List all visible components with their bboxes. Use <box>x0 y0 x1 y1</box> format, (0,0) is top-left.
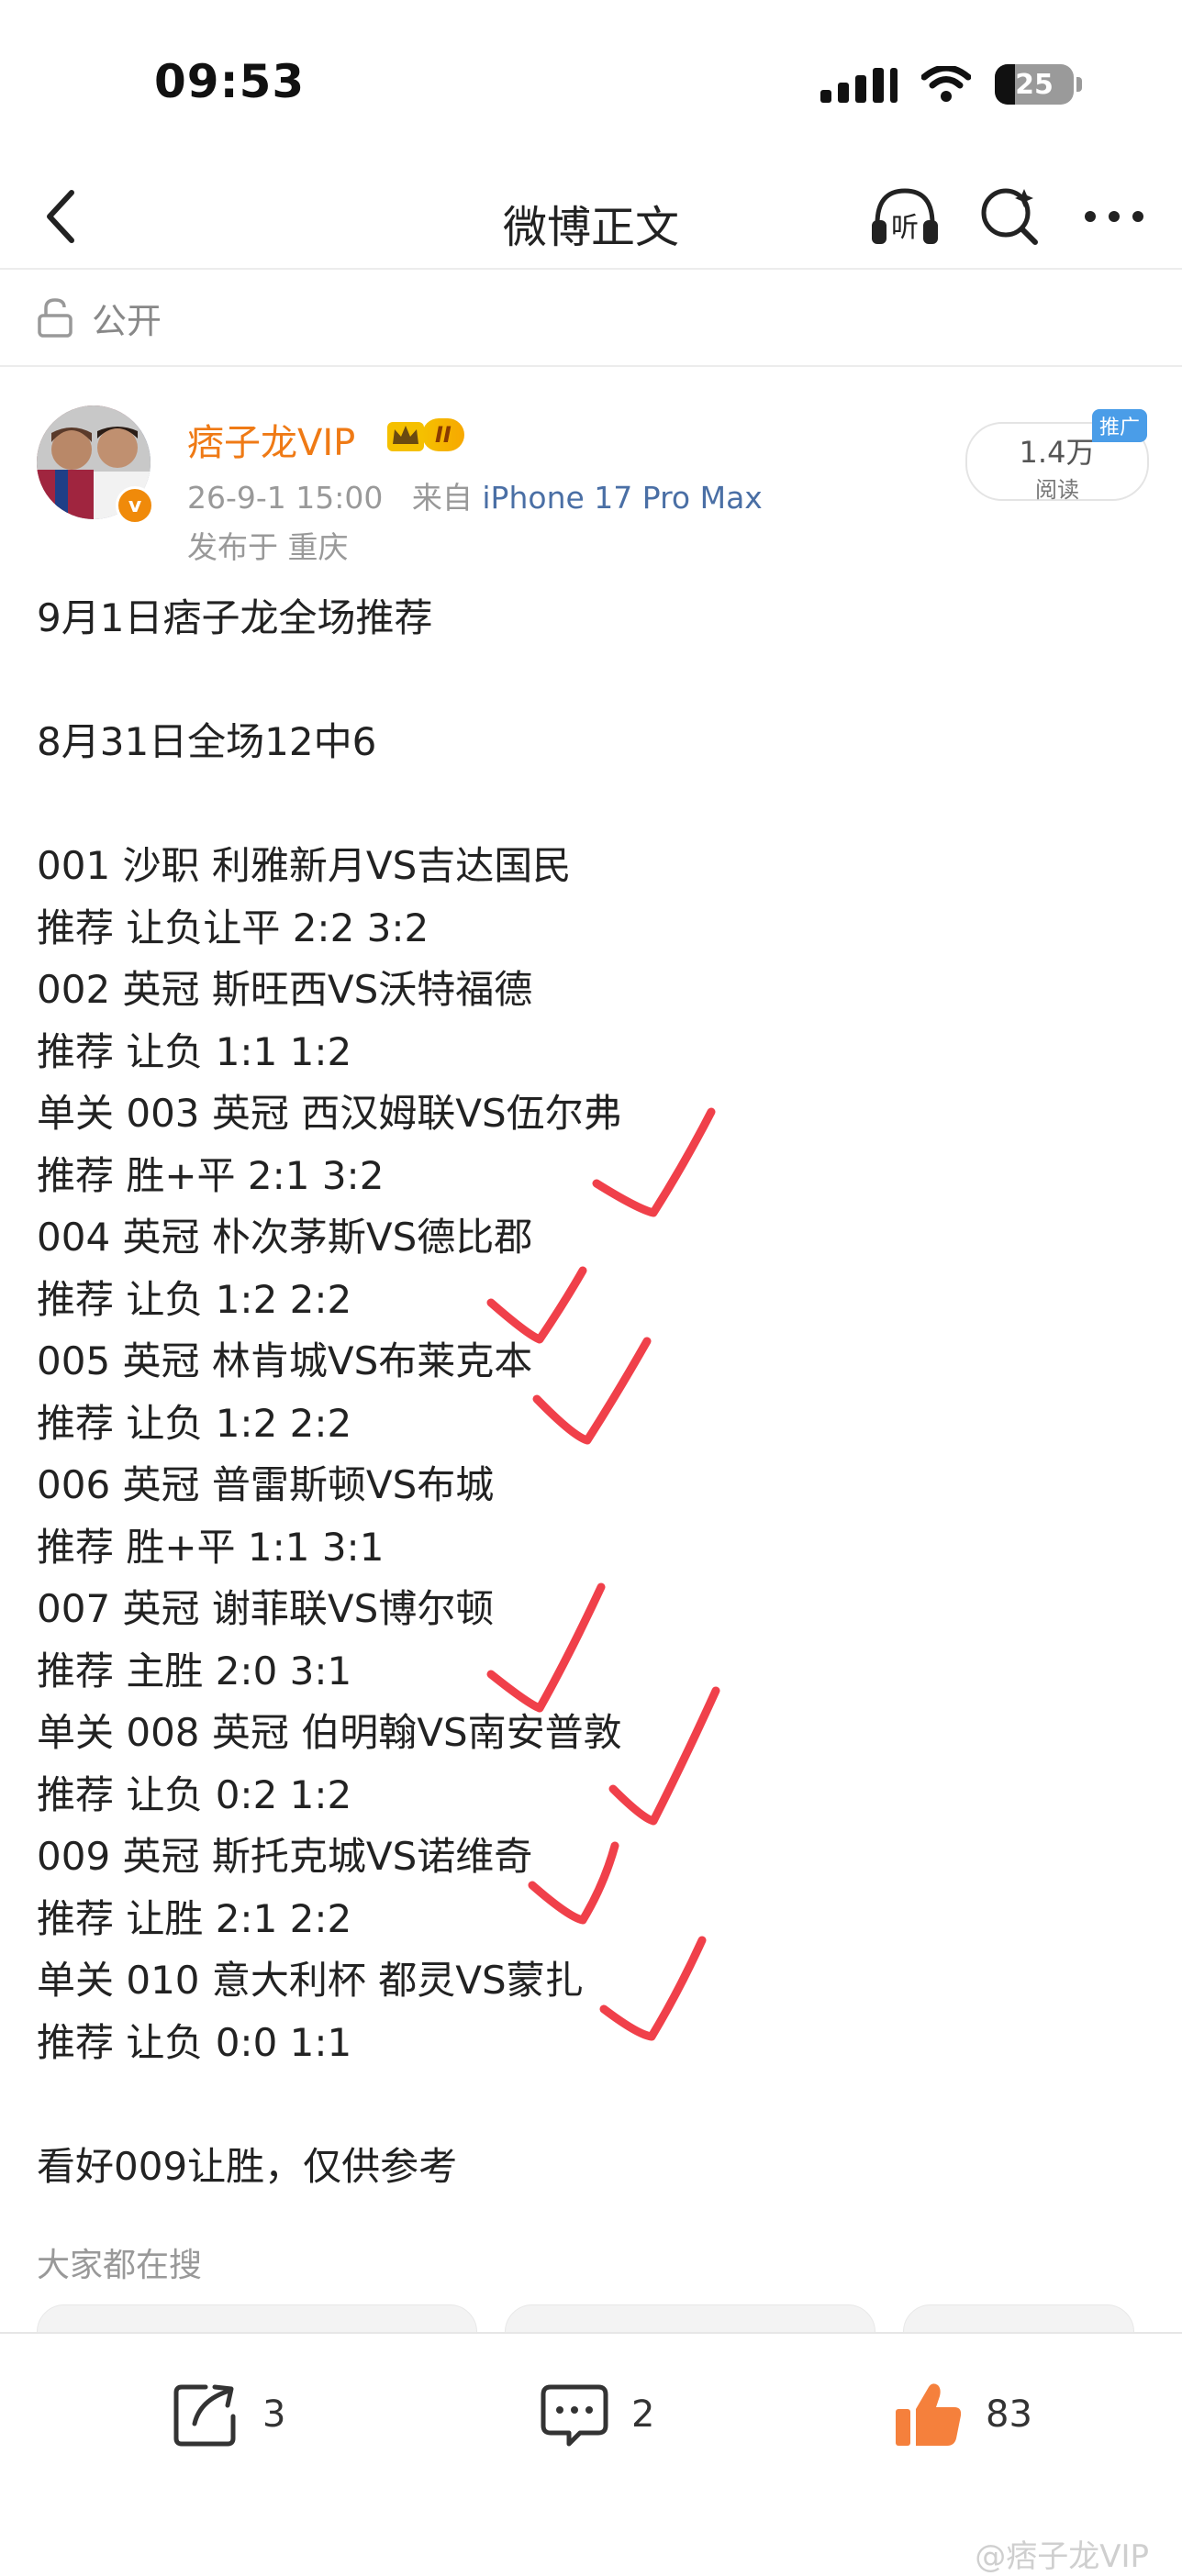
listen-icon: 听 <box>872 188 938 244</box>
post-text-line: 推荐 让负 1:2 2:2 <box>37 1276 352 1322</box>
search-chip[interactable] <box>903 2304 1134 2332</box>
post-text-line <box>37 650 1147 712</box>
post-text-line: 推荐 胜+平 1:1 3:1 <box>37 1524 385 1570</box>
post-text-line: 推荐 让负 1:2 2:2 <box>37 1400 352 1446</box>
wifi-icon <box>921 66 971 102</box>
nav-actions: 听 <box>868 180 1151 253</box>
post-text-line: 推荐 让负让平 2:2 3:2 <box>37 905 429 950</box>
post-text-line: 9月1日痞子龙全场推荐 <box>37 595 433 640</box>
status-time: 09:53 <box>154 55 306 108</box>
post-text-line: 002 英冠 斯旺西VS沃特福德 <box>37 967 533 1012</box>
signal-icon <box>820 66 898 103</box>
search-chip[interactable] <box>505 2304 875 2332</box>
post-text-line: 009 英冠 斯托克城VS诺维奇 <box>37 1834 533 1879</box>
post-text-line: 001 沙职 利雅新月VS吉达国民 <box>37 843 572 888</box>
post-text-line: 推荐 主胜 2:0 3:1 <box>37 1648 352 1693</box>
share-count: 3 <box>262 2393 286 2436</box>
post-text-line: 推荐 让胜 2:1 2:2 <box>37 1895 352 1941</box>
share-icon <box>173 2384 236 2447</box>
promo-tag: 推广 <box>1091 409 1147 442</box>
status-bar: 09:53 25 <box>0 0 1182 165</box>
vip-badge[interactable]: II <box>385 415 488 455</box>
visibility-label: 公开 <box>92 300 162 341</box>
post-text-line: 单关 008 英冠 伯明翰VS南安普敦 <box>37 1710 622 1755</box>
bottom-action-bar: 3 2 83 @痞子龙VIP <box>0 2332 1182 2575</box>
comment-count: 2 <box>631 2393 655 2436</box>
search-chip[interactable] <box>37 2304 477 2332</box>
battery-percent: 25 <box>1015 68 1054 101</box>
listen-button[interactable]: 听 <box>868 180 942 253</box>
post-text-line: 8月31日全场12中6 <box>37 719 377 764</box>
like-button[interactable]: 83 <box>892 2369 1032 2460</box>
nav-bar: 微博正文 听 <box>0 165 1182 270</box>
share-button[interactable]: 3 <box>169 2369 285 2460</box>
post-text-line: 推荐 让负 1:1 1:2 <box>37 1028 352 1074</box>
comment-button[interactable]: 2 <box>538 2369 654 2460</box>
post-device[interactable]: iPhone 17 Pro Max <box>482 480 762 516</box>
search-button[interactable] <box>973 180 1046 253</box>
vip-level: II <box>422 418 464 451</box>
verified-badge: v <box>116 486 154 525</box>
read-label: 阅读 <box>1035 477 1079 503</box>
post-text-line: 006 英冠 普雷斯顿VS布城 <box>37 1462 495 1507</box>
post-text-line: 005 英冠 林肯城VS布莱克本 <box>37 1338 533 1383</box>
author-header: v 痞子龙VIP II 26-9-1 15:00 来自 iPhone 17 Pr… <box>0 394 1182 569</box>
trending-search-title: 大家都在搜 <box>37 2247 203 2284</box>
author-name[interactable]: 痞子龙VIP <box>187 413 355 466</box>
post-date: 26-9-1 15:00 <box>187 480 384 516</box>
watermark: @痞子龙VIP <box>975 2538 1149 2575</box>
status-icons: 25 <box>820 57 1082 112</box>
post-body: 9月1日痞子龙全场推荐 8月31日全场12中6 001 沙职 利雅新月VS吉达国民推… <box>37 587 1147 2197</box>
post-text-line: 单关 010 意大利杯 都灵VS蒙扎 <box>37 1958 584 2003</box>
search-icon <box>981 188 1038 245</box>
post-text-line: 单关 003 英冠 西汉姆联VS伍尔弗 <box>37 1091 622 1136</box>
post-text-line: 推荐 让负 0:0 1:1 <box>37 2019 352 2065</box>
post-text-line: 推荐 胜+平 2:1 3:2 <box>37 1152 385 1198</box>
post-text-line: 看好009让胜，仅供参考 <box>37 2143 458 2189</box>
crown-icon <box>387 422 424 451</box>
thumbs-up-icon <box>896 2383 962 2446</box>
post-text-line <box>37 773 1147 836</box>
more-button[interactable] <box>1077 180 1151 253</box>
post-location: 发布于 重庆 <box>187 529 349 565</box>
more-icon <box>1085 211 1143 222</box>
post-text-line <box>37 2073 1147 2136</box>
post-text-line: 推荐 让负 0:2 1:2 <box>37 1771 352 1817</box>
battery-icon: 25 <box>995 64 1082 105</box>
trending-search-chips <box>37 2304 1156 2332</box>
like-count: 83 <box>986 2393 1032 2436</box>
post-text-line: 007 英冠 谢菲联VS博尔顿 <box>37 1586 495 1631</box>
listen-label: 听 <box>891 212 919 244</box>
read-count-badge[interactable]: 推广 1.4万 阅读 <box>965 409 1149 503</box>
source-prefix: 来自 <box>411 480 473 516</box>
comment-icon <box>541 2384 608 2447</box>
visibility-row: 公开 <box>0 270 1182 367</box>
post-text-line: 004 英冠 朴次茅斯VS德比郡 <box>37 1215 533 1260</box>
unlock-icon <box>38 298 72 338</box>
post-meta: 26-9-1 15:00 来自 iPhone 17 Pro Max <box>187 473 763 517</box>
